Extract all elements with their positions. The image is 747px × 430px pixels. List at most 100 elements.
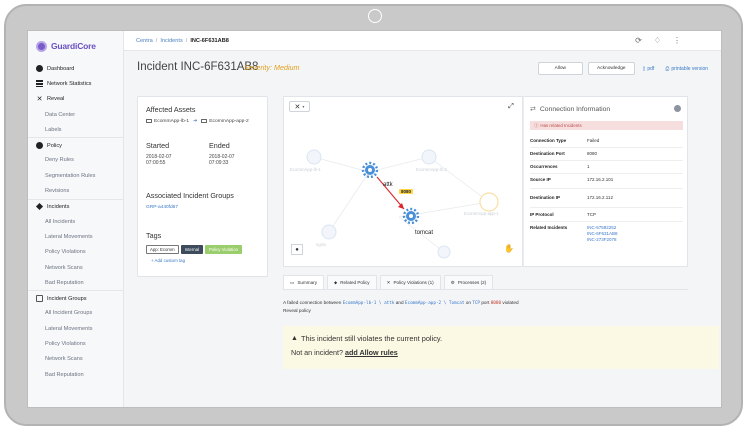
source-asset[interactable]: EcommApp-lb-1 xyxy=(154,119,189,124)
policy-icon xyxy=(36,142,43,150)
row-divider xyxy=(530,207,683,208)
ghost-node-label: EcommApp-lb-1 xyxy=(290,167,321,172)
info-icon[interactable] xyxy=(674,105,681,112)
expand-icon[interactable]: ⤢ xyxy=(506,102,516,112)
sidebar-item-group-network-scans[interactable]: Network Scans xyxy=(28,352,123,367)
pdf-link[interactable]: ▯ pdf xyxy=(640,66,658,72)
sidebar-item-policy[interactable]: Policy xyxy=(28,137,123,152)
sidebar-item-bad-reputation[interactable]: Bad Reputation xyxy=(28,275,123,290)
logo[interactable]: GuardiCore xyxy=(28,31,123,61)
add-custom-tag-link[interactable]: + Add custom tag xyxy=(151,258,185,263)
camera-icon xyxy=(368,9,382,23)
destination-asset[interactable]: EcommApp-app-2 xyxy=(209,119,248,124)
row-divider xyxy=(530,147,683,148)
sidebar-item-incidents[interactable]: Incidents xyxy=(28,198,123,214)
connection-info-header: ⇄ Connection Information xyxy=(530,105,610,114)
sidebar-item-dashboard[interactable]: Dashboard xyxy=(28,61,123,76)
started-label: Started xyxy=(146,141,170,150)
sidebar-item-lateral-movements[interactable]: Lateral Movements xyxy=(28,229,123,244)
row-key: Occurrences xyxy=(530,164,558,169)
sidebar-item-incident-groups[interactable]: Incident Groups xyxy=(28,290,123,305)
monitor-icon xyxy=(146,118,152,124)
connection-row: Occurrences 1 xyxy=(530,164,683,169)
destination-node-icon[interactable] xyxy=(402,207,420,225)
network-statistics-icon xyxy=(36,80,43,88)
pin-icon[interactable]: ● xyxy=(291,244,303,255)
breadcrumb-separator: / xyxy=(185,37,188,44)
related-incident-link[interactable]: INC-273F2078 xyxy=(587,237,618,243)
sidebar-item-segmentation-rules[interactable]: Segmentation Rules xyxy=(28,168,123,183)
sidebar-item-deny-rules[interactable]: Deny Rules xyxy=(28,153,123,168)
menu-icon[interactable]: ⋮ xyxy=(673,36,681,45)
summary-destination[interactable]: EcommApp-app-2 \ Tomcat xyxy=(405,301,465,306)
acknowledge-button[interactable]: Acknowledge xyxy=(588,62,635,75)
incident-group-link[interactable]: GRP-a440fd67 xyxy=(146,205,178,210)
tab-label: Related Policy xyxy=(340,280,370,285)
tab-label: Summary xyxy=(297,280,317,285)
ghost-node xyxy=(321,224,337,240)
ghost-node-label: EcommApp-lb-2 xyxy=(416,167,447,172)
summary-source[interactable]: EcommApp-lb-1 \ attk xyxy=(343,301,395,306)
connection-row: Destination Port 8080 xyxy=(530,151,683,156)
row-key: Connection Type xyxy=(530,138,567,143)
tag-app[interactable]: App: Ecomm xyxy=(146,245,179,254)
affected-assets-card: Affected Assets EcommApp-lb-1 ➔ EcommApp… xyxy=(137,96,268,277)
tag-list: App: Ecomm Internal Policy Violation xyxy=(146,245,243,254)
sidebar-item-group-lateral-movements[interactable]: Lateral Movements xyxy=(28,321,123,336)
sidebar-item-policy-violations[interactable]: Policy Violations xyxy=(28,245,123,260)
breadcrumb-root[interactable]: Centra xyxy=(136,38,153,44)
sidebar-item-label: Bad Reputation xyxy=(45,279,84,286)
connection-info-panel: ⇄ Connection Information ⓘ Has related I… xyxy=(523,96,688,267)
sidebar-item-label: Bad Reputation xyxy=(45,371,84,378)
ghost-node xyxy=(437,245,451,259)
tag-internal[interactable]: Internal xyxy=(180,245,203,254)
summary-protocol: TCP xyxy=(472,301,481,306)
sidebar-item-all-incident-groups[interactable]: All Incident Groups xyxy=(28,306,123,321)
ended-label: Ended xyxy=(209,141,230,150)
connection-row: IP Protocol TCP xyxy=(530,212,683,217)
connection-graph[interactable]: ✕ ▾ ⤢ EcommApp-lb-1 EcommApp-lb-2 EcommA… xyxy=(283,96,523,267)
bell-icon[interactable]: ♢ xyxy=(654,36,661,45)
sidebar-item-group-bad-reputation[interactable]: Bad Reputation xyxy=(28,367,123,382)
summary-and: and xyxy=(395,300,404,305)
associated-groups-title: Associated Incident Groups xyxy=(146,191,234,200)
hand-icon[interactable]: ✋ xyxy=(504,244,514,253)
tab-related-policy[interactable]: ⬥ Related Policy xyxy=(327,275,377,289)
sidebar-item-label: Deny Rules xyxy=(45,157,74,164)
tab-divider xyxy=(283,289,688,290)
tab-policy-violations[interactable]: ✕ Policy Violations (1) xyxy=(379,275,441,289)
top-icons: ⟳ ♢ ⋮ xyxy=(635,36,681,45)
tags-title: Tags xyxy=(146,231,162,240)
connection-row: Source IP 172.16.2.101 xyxy=(530,177,683,182)
add-allow-rules-link[interactable]: add Allow rules xyxy=(345,348,398,357)
allow-button[interactable]: Allow xyxy=(537,62,584,75)
sidebar-item-group-policy-violations[interactable]: Policy Violations xyxy=(28,336,123,351)
logo-icon xyxy=(36,40,47,52)
sidebar-item-network-scans[interactable]: Network Scans xyxy=(28,260,123,275)
policy-warning: ▲ This incident still violates the curre… xyxy=(283,326,719,369)
refresh-icon[interactable]: ⟳ xyxy=(635,36,642,45)
top-bar: Centra / Incidents / INC-6F631AB8 ⟳ ♢ ⋮ xyxy=(124,31,721,51)
source-node-icon[interactable] xyxy=(361,161,379,179)
graph-layout-dropdown[interactable]: ✕ ▾ xyxy=(289,101,310,112)
sidebar-item-reveal[interactable]: ✕ Reveal xyxy=(28,92,123,107)
tab-processes[interactable]: ⚙ Processes (2) xyxy=(443,275,494,289)
sidebar-item-network-statistics[interactable]: Network Statistics xyxy=(28,76,123,91)
sidebar-item-label: Network Statistics xyxy=(47,80,92,87)
warning-line: ▲ This incident still violates the curre… xyxy=(291,334,442,343)
printable-version-link[interactable]: ⎙ printable version xyxy=(662,66,711,72)
policy-icon: ⬥ xyxy=(334,280,338,285)
tab-summary[interactable]: ▭ Summary xyxy=(283,275,324,289)
sidebar-item-label: All Incident Groups xyxy=(45,310,93,317)
sidebar-item-data-center[interactable]: Data Center xyxy=(28,107,123,122)
sidebar-item-labels[interactable]: Labels xyxy=(28,122,123,137)
breadcrumb-incidents[interactable]: Incidents xyxy=(160,38,182,44)
reveal-icon: ✕ xyxy=(36,95,43,103)
tag-policy-violation[interactable]: Policy Violation xyxy=(204,245,243,254)
sidebar-item-all-incidents[interactable]: All Incidents xyxy=(28,214,123,229)
arrow-right-icon: ➔ xyxy=(193,118,198,124)
summary-icon: ▭ xyxy=(290,279,295,285)
file-icon: ▯ xyxy=(642,65,646,72)
row-divider xyxy=(530,221,683,222)
sidebar-item-revisions[interactable]: Revisions xyxy=(28,183,123,198)
